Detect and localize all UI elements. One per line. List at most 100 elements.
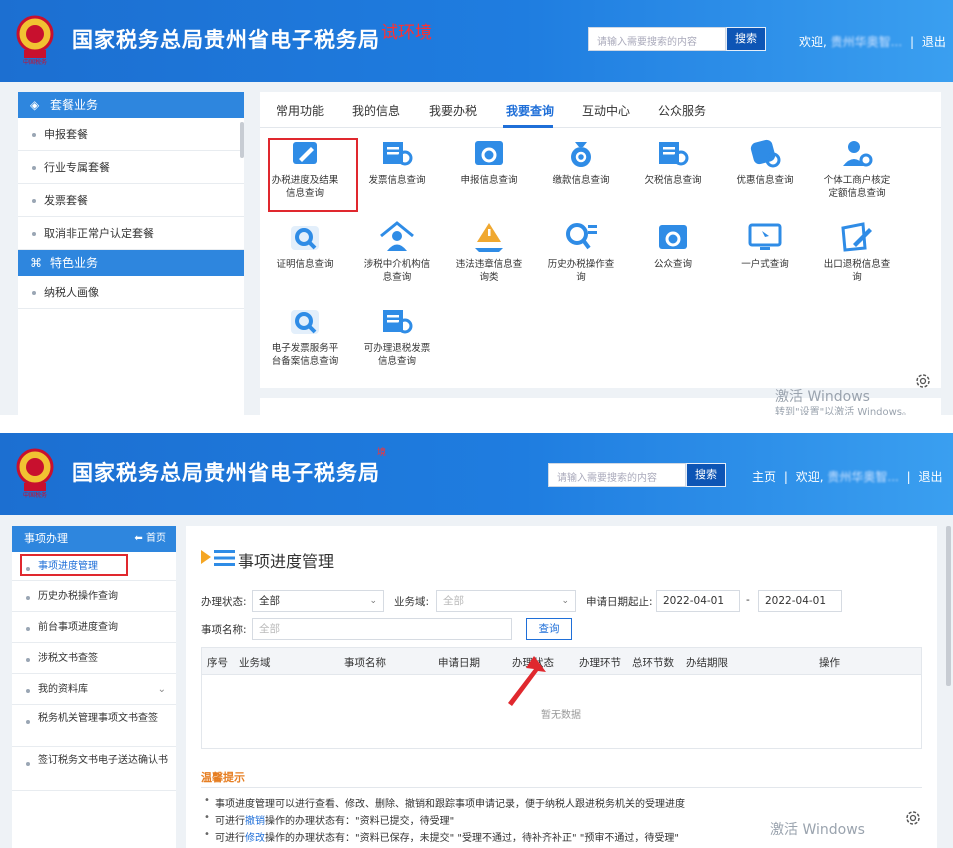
tab-query[interactable]: 我要查询: [506, 102, 554, 119]
separator: |: [906, 470, 911, 484]
tab-common[interactable]: 常用功能: [276, 102, 324, 119]
status-label: 办理状态:: [201, 596, 247, 608]
sidebar-item-e-delivery[interactable]: 签订税务文书电子送达确认书: [12, 747, 176, 791]
logout-link[interactable]: 退出: [919, 470, 943, 484]
revoke-link[interactable]: 撤销: [245, 816, 265, 827]
query-tile[interactable]: 申报信息查询: [446, 136, 532, 187]
query-tile[interactable]: 发票信息查询: [354, 136, 440, 187]
date-from-input[interactable]: 2022-04-01: [656, 590, 740, 612]
search-input[interactable]: 请输入需要搜索的内容: [548, 463, 686, 487]
item-name-input[interactable]: 全部: [252, 618, 512, 640]
home-shortcut[interactable]: ⬅ 首页: [134, 526, 166, 552]
sidebar-item-authority-documents[interactable]: 税务机关管理事项文书查签: [12, 705, 176, 747]
welcome-label: 欢迎,: [795, 470, 824, 484]
query-button[interactable]: 查询: [526, 618, 572, 640]
pen-edit-icon: [841, 222, 872, 252]
empty-state: 暂无数据: [541, 710, 581, 721]
tile-label: 历史办税操作查询: [547, 259, 615, 283]
sidebar-item[interactable]: 行业专属套餐: [18, 151, 244, 184]
site-header: 中国税务 国家税务总局贵州省电子税务局 试环境 请输入需要搜索的内容 搜索 欢迎…: [0, 0, 953, 82]
query-tile[interactable]: 出口退税信息查询: [814, 220, 900, 284]
person-search-icon: [843, 141, 873, 167]
query-tile[interactable]: 证明信息查询: [262, 220, 348, 271]
environment-tag: 试环境: [381, 23, 432, 43]
query-tile[interactable]: 个体工商户核定 定额信息查询: [814, 136, 900, 200]
gear-icon[interactable]: [914, 372, 932, 390]
sidebar-scrollbar[interactable]: [240, 122, 244, 158]
status-select[interactable]: 全部 ⌄: [252, 590, 384, 612]
sidebar-item-history[interactable]: 历史办税操作查询: [12, 581, 176, 612]
logout-link[interactable]: 退出: [922, 35, 946, 49]
tab-interaction[interactable]: 互动中心: [582, 102, 630, 119]
query-tile[interactable]: 历史办税操作查询: [538, 220, 624, 284]
query-tile[interactable]: 公众查询: [630, 220, 716, 271]
tab-my-info[interactable]: 我的信息: [352, 102, 400, 119]
username: 贵州华奥智...: [827, 470, 899, 484]
sidebar-item[interactable]: 申报套餐: [18, 118, 244, 151]
sidebar-section-package[interactable]: ◈ 套餐业务: [18, 92, 244, 118]
search-input[interactable]: 请输入需要搜索的内容: [588, 27, 726, 51]
page-scrollbar[interactable]: [946, 526, 951, 686]
menu-panel: 常用功能 我的信息 我要办税 我要查询 互动中心 公众服务 办税进度及结果 信息查…: [260, 92, 941, 388]
monitor-cursor-icon: [748, 223, 782, 250]
tab-tax-handling[interactable]: 我要办税: [429, 102, 477, 119]
table-header: 序号 业务域 事项名称 申请日期 办理状态 办理环节 总环节数 办结期限 操作: [201, 647, 922, 675]
invoice-search-icon: [659, 142, 689, 166]
query-tile[interactable]: 违法违章信息查 询类: [446, 220, 532, 284]
query-tile[interactable]: 电子发票服务平 台备案信息查询: [262, 304, 348, 368]
welcome-label: 欢迎,: [799, 35, 827, 49]
tile-label: 缴款信息查询: [552, 175, 610, 186]
layers-icon: ◈: [30, 98, 40, 112]
domain-select[interactable]: 全部 ⌄: [436, 590, 576, 612]
query-tile[interactable]: 涉税中介机构信 息查询: [354, 220, 440, 284]
sidebar-item-documents[interactable]: 涉税文书查签: [12, 643, 176, 674]
date-range-label: 申请日期起止:: [586, 596, 653, 608]
gear-icon[interactable]: [904, 809, 922, 827]
tile-label: 涉税中介机构信 息查询: [363, 259, 431, 283]
chevron-down-icon: ⌄: [369, 596, 377, 606]
tile-label: 欠税信息查询: [644, 175, 702, 186]
sidebar-section-feature[interactable]: ⌘ 特色业务: [18, 250, 244, 276]
search-button[interactable]: 搜索: [686, 463, 726, 487]
window-search-icon: [659, 225, 687, 249]
grid-icon: ⌘: [30, 256, 42, 270]
modify-link[interactable]: 修改: [245, 833, 265, 844]
tips-title: 温馨提示: [201, 771, 245, 784]
site-header: 中国税务 国家税务总局贵州省电子税务局 境 请输入需要搜索的内容 搜索 主页 |…: [0, 433, 953, 515]
tile-label: 可办理退税发票 信息查询: [363, 343, 431, 367]
home-link[interactable]: 主页: [752, 470, 776, 484]
warning-hand-icon: [475, 223, 503, 252]
highlight-box: [20, 554, 128, 576]
column-header: 总环节数: [632, 657, 674, 669]
query-tile[interactable]: 欠税信息查询: [630, 136, 716, 187]
sidebar-item[interactable]: 发票套餐: [18, 184, 244, 217]
query-tile[interactable]: 可办理退税发票 信息查询: [354, 304, 440, 368]
query-tile[interactable]: 缴款信息查询: [538, 136, 624, 187]
list-title-icon: [201, 550, 235, 566]
column-header: 办结期限: [686, 657, 728, 669]
agent-house-icon: [380, 221, 414, 251]
column-header: 业务域: [239, 657, 271, 669]
divider: [201, 787, 922, 788]
svg-text:中国税务: 中国税务: [23, 491, 47, 499]
sidebar-item-front-progress[interactable]: 前台事项进度查询: [12, 612, 176, 643]
sidebar-item-my-library[interactable]: 我的资料库 ⌄: [12, 674, 176, 705]
column-header: 事项名称: [344, 657, 386, 669]
environment-tag: 境: [377, 448, 387, 458]
site-title: 国家税务总局贵州省电子税务局: [72, 28, 380, 52]
site-title: 国家税务总局贵州省电子税务局: [72, 461, 380, 485]
sidebar-item[interactable]: 纳税人画像: [18, 276, 244, 309]
search-button[interactable]: 搜索: [726, 27, 766, 51]
separator: |: [909, 35, 914, 49]
query-tile[interactable]: 一户式查询: [722, 220, 808, 271]
money-bag-icon: [571, 142, 591, 167]
date-to-input[interactable]: 2022-04-01: [758, 590, 842, 612]
invoice-search-icon: [383, 142, 413, 166]
tile-label: 申报信息查询: [460, 175, 518, 186]
query-tile[interactable]: 优惠信息查询: [722, 136, 808, 187]
sidebar-item[interactable]: 取消非正常户认定套餐: [18, 217, 244, 250]
sidebar: ◈ 套餐业务 申报套餐 行业专属套餐 发票套餐 取消非正常户认定套餐 ⌘ 特色业…: [18, 92, 244, 415]
tab-public-service[interactable]: 公众服务: [658, 102, 706, 119]
invoice-search-icon: [383, 310, 413, 334]
windows-watermark: 激活 Windows: [770, 822, 865, 838]
